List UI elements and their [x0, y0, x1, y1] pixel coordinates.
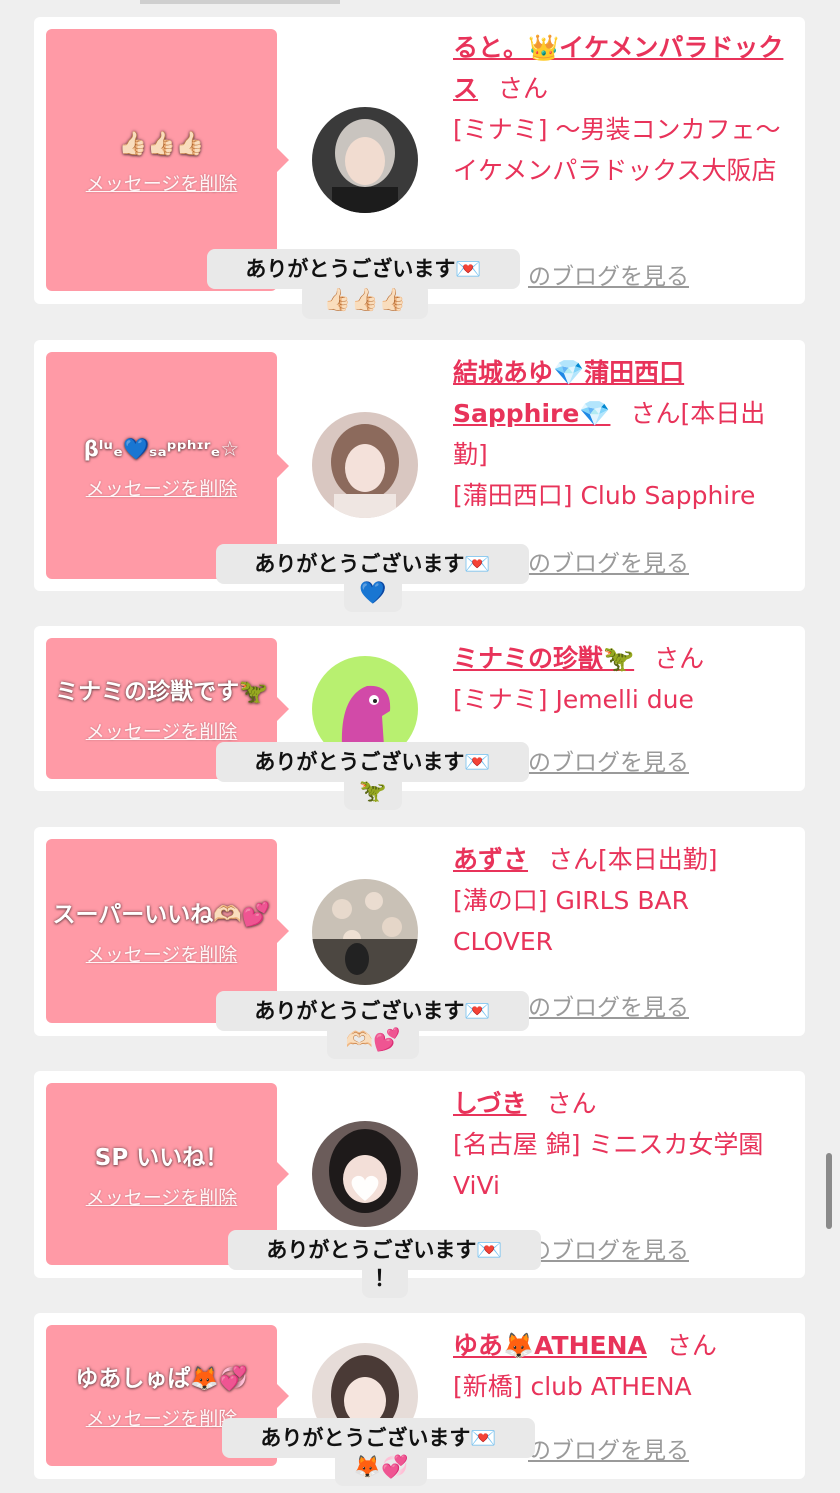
thanks-reply-emoji: 🦊💞: [335, 1450, 427, 1486]
message-text: ミナミの珍獣です🦖: [55, 679, 268, 705]
cast-info: しづき さん [名古屋 錦] ミニスカ女学園ViVi: [453, 1083, 793, 1206]
cast-info: 結城あゆ💎蒲田西口Sapphire💎 さん[本日出勤] [蒲田西口] Club S…: [453, 352, 793, 516]
cast-name-link[interactable]: ゆあ🦊ATHENA: [453, 1331, 647, 1360]
avatar[interactable]: [312, 879, 418, 985]
avatar[interactable]: [312, 107, 418, 213]
delete-message-link[interactable]: メッセージを削除: [86, 1183, 238, 1210]
cast-name-link[interactable]: あずさ: [453, 845, 528, 874]
delete-message-link[interactable]: メッセージを削除: [86, 474, 238, 501]
cast-info: ると。👑イケメンパラドックス さん [ミナミ] 〜男装コンカフェ〜イケメンパラドッ…: [453, 27, 793, 191]
thanks-reply-text: ありがとうございます💌: [245, 257, 482, 281]
message-text: ゆあしゅぱ🦊💞: [75, 1366, 248, 1392]
delete-message-link[interactable]: メッセージを削除: [86, 169, 238, 196]
avatar[interactable]: [312, 412, 418, 518]
message-text: スーパーいいね🫶🏻💕: [52, 901, 271, 928]
view-blog-link[interactable]: のブログを見る: [528, 1431, 689, 1465]
message-text: βˡᵘₑ💙ₛₐᵖᵖʰᶦʳₑ☆: [83, 437, 240, 461]
scrollbar[interactable]: [826, 1153, 832, 1229]
honorific-label: さん[本日出勤]: [548, 845, 718, 874]
honorific-label: さん: [546, 1089, 597, 1118]
view-blog-link[interactable]: のブログを見る: [528, 743, 689, 777]
cast-info: あずさ さん[本日出勤] [溝の口] GIRLS BAR CLOVER: [453, 839, 793, 962]
delete-message-link[interactable]: メッセージを削除: [86, 940, 238, 967]
view-blog-link[interactable]: のブログを見る: [528, 988, 689, 1022]
thanks-reply-emoji: 👍🏻👍🏻👍🏻: [302, 283, 428, 319]
cast-info: ミナミの珍獣🦖 さん [ミナミ] Jemelli due: [453, 638, 793, 720]
view-blog-link[interactable]: のブログを見る: [528, 257, 689, 291]
shop-label: [ミナミ] 〜男装コンカフェ〜イケメンパラドックス大阪店: [453, 115, 781, 185]
thanks-reply-emoji: ！: [362, 1262, 408, 1298]
shop-label: [新橋] club ATHENA: [453, 1372, 692, 1401]
view-blog-link[interactable]: のブログを見る: [528, 1231, 689, 1265]
cast-name-link[interactable]: ミナミの珍獣🦖: [453, 644, 634, 673]
thanks-reply-emoji: 💙: [344, 576, 402, 612]
top-divider: [140, 0, 340, 4]
honorific-label: さん: [498, 74, 549, 103]
shop-label: [蒲田西口] Club Sapphire: [453, 481, 756, 510]
message-text: 👍🏻👍🏻👍🏻: [118, 130, 205, 157]
view-blog-link[interactable]: のブログを見る: [528, 544, 689, 578]
shop-label: [溝の口] GIRLS BAR CLOVER: [453, 886, 689, 956]
thanks-reply-emoji: 🦖: [344, 774, 402, 810]
message-text: SP いいね！: [94, 1144, 229, 1171]
delete-message-link[interactable]: メッセージを削除: [86, 717, 238, 744]
honorific-label: さん: [666, 1331, 717, 1360]
thanks-reply-emoji: 🫶🏻💕: [327, 1023, 419, 1059]
delete-message-link[interactable]: メッセージを削除: [86, 1404, 238, 1431]
honorific-label: さん: [654, 644, 705, 673]
shop-label: [名古屋 錦] ミニスカ女学園ViVi: [453, 1130, 764, 1200]
cast-info: ゆあ🦊ATHENA さん [新橋] club ATHENA: [453, 1325, 793, 1407]
shop-label: [ミナミ] Jemelli due: [453, 685, 694, 714]
avatar[interactable]: [312, 1121, 418, 1227]
cast-name-link[interactable]: しづき: [453, 1089, 527, 1118]
